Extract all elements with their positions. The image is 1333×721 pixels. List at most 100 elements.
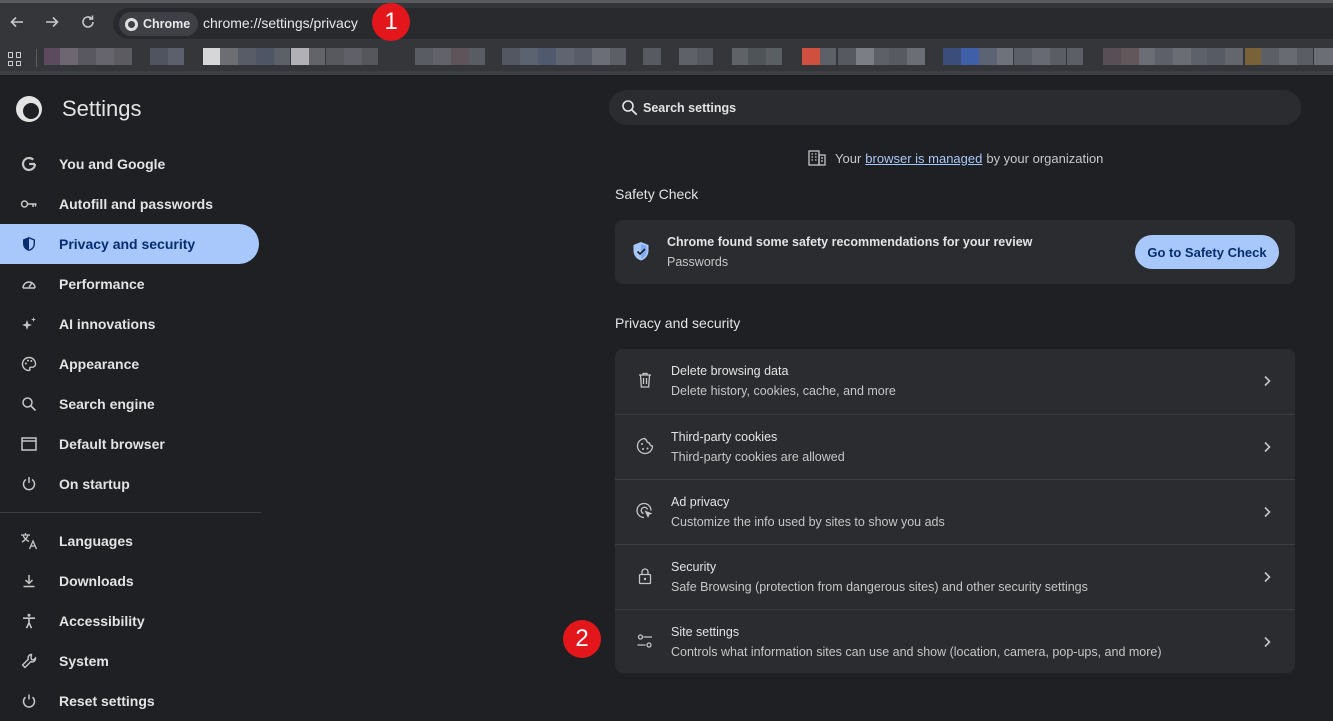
chip-label: Chrome <box>143 17 191 31</box>
bookmark-item[interactable] <box>838 48 856 65</box>
bookmark-item[interactable] <box>574 48 592 65</box>
bookmark-item[interactable] <box>469 48 485 65</box>
sidebar-item-appearance[interactable]: Appearance <box>0 344 259 384</box>
key-icon <box>20 195 38 213</box>
bookmark-item[interactable] <box>44 48 60 65</box>
bookmark-item[interactable] <box>362 48 378 65</box>
bookmark-item[interactable] <box>748 48 766 65</box>
bookmark-item[interactable] <box>238 48 256 65</box>
go-to-safety-check-button[interactable]: Go to Safety Check <box>1135 235 1279 269</box>
bookmark-item[interactable] <box>1050 48 1066 65</box>
row-site-settings[interactable]: Site settings Controls what information … <box>615 609 1295 674</box>
bookmark-item[interactable] <box>856 48 874 65</box>
bookmark-item[interactable] <box>1121 48 1139 65</box>
sidebar-item-privacy-security[interactable]: Privacy and security <box>0 224 259 264</box>
bookmark-item[interactable] <box>643 48 661 65</box>
bookmark-item[interactable] <box>943 48 961 65</box>
bookmark-item[interactable] <box>961 48 979 65</box>
bookmark-item[interactable] <box>1261 48 1279 65</box>
bookmark-item[interactable] <box>679 48 697 65</box>
url-text[interactable]: chrome://settings/privacy <box>203 15 358 31</box>
bookmark-item[interactable] <box>502 48 520 65</box>
browser-toolbar: Chrome chrome://settings/privacy 1 <box>0 0 1333 41</box>
bookmark-item[interactable] <box>203 48 220 65</box>
bookmark-item[interactable] <box>802 48 820 65</box>
bookmark-item[interactable] <box>150 48 168 65</box>
bookmark-item[interactable] <box>1191 48 1207 65</box>
bookmark-item[interactable] <box>997 48 1013 65</box>
bookmark-item[interactable] <box>1279 48 1297 65</box>
row-delete-browsing-data[interactable]: Delete browsing data Delete history, coo… <box>615 349 1295 414</box>
sidebar-item-languages[interactable]: Languages <box>0 521 259 561</box>
bookmark-item[interactable] <box>1314 48 1333 65</box>
bookmark-item[interactable] <box>1155 48 1173 65</box>
bookmark-item[interactable] <box>1032 48 1050 65</box>
sidebar-item-search-engine[interactable]: Search engine <box>0 384 259 424</box>
bookmark-item[interactable] <box>114 48 132 65</box>
google-g-icon <box>20 155 38 173</box>
bookmark-item[interactable] <box>1103 48 1121 65</box>
bookmark-item[interactable] <box>520 48 538 65</box>
bookmark-item[interactable] <box>78 48 96 65</box>
bookmark-item[interactable] <box>96 48 114 65</box>
safety-check-title: Chrome found some safety recommendations… <box>667 235 1033 249</box>
bookmark-item[interactable] <box>415 48 433 65</box>
address-bar[interactable]: Chrome chrome://settings/privacy <box>113 8 1333 39</box>
sidebar-item-downloads[interactable]: Downloads <box>0 561 259 601</box>
bookmark-item[interactable] <box>610 48 626 65</box>
bookmark-item[interactable] <box>1139 48 1155 65</box>
bookmark-item[interactable] <box>344 48 362 65</box>
bookmark-item[interactable] <box>979 48 997 65</box>
bookmark-item[interactable] <box>60 48 78 65</box>
bookmark-item[interactable] <box>592 48 610 65</box>
sidebar-item-label: AI innovations <box>59 316 156 332</box>
bookmark-item[interactable] <box>1014 48 1032 65</box>
bookmark-item[interactable] <box>889 48 907 65</box>
row-security[interactable]: Security Safe Browsing (protection from … <box>615 544 1295 609</box>
bookmark-item[interactable] <box>168 48 184 65</box>
bookmark-item[interactable] <box>274 48 290 65</box>
bookmark-item[interactable] <box>220 48 238 65</box>
bookmark-item[interactable] <box>256 48 274 65</box>
bookmark-item[interactable] <box>874 48 890 65</box>
sidebar-item-system[interactable]: System <box>0 641 259 681</box>
sidebar-item-label: Accessibility <box>59 613 145 629</box>
row-ad-privacy[interactable]: Ad privacy Customize the info used by si… <box>615 479 1295 544</box>
apps-grid-icon[interactable] <box>8 52 22 66</box>
bookmark-item[interactable] <box>1225 48 1243 65</box>
sidebar-item-autofill[interactable]: Autofill and passwords <box>0 184 259 224</box>
bookmark-item[interactable] <box>326 48 344 65</box>
bookmark-item[interactable] <box>820 48 836 65</box>
reload-icon[interactable] <box>77 11 99 33</box>
bookmark-item[interactable] <box>538 48 556 65</box>
bookmark-item[interactable] <box>1173 48 1191 65</box>
bookmark-item[interactable] <box>1297 48 1313 65</box>
site-info-chip[interactable]: Chrome <box>119 12 199 36</box>
sidebar-item-ai-innovations[interactable]: AI innovations <box>0 304 259 344</box>
bookmark-item[interactable] <box>556 48 574 65</box>
forward-arrow-icon[interactable] <box>41 11 63 33</box>
sparkle-icon <box>20 315 38 333</box>
sidebar-item-accessibility[interactable]: Accessibility <box>0 601 259 641</box>
back-arrow-icon[interactable] <box>6 11 28 33</box>
row-title: Site settings <box>671 625 740 639</box>
search-settings-input[interactable]: Search settings <box>609 90 1301 125</box>
sidebar-item-performance[interactable]: Performance <box>0 264 259 304</box>
sidebar-item-you-and-google[interactable]: You and Google <box>0 144 259 184</box>
bookmark-item[interactable] <box>766 48 782 65</box>
bookmark-item[interactable] <box>309 48 325 65</box>
bookmark-item[interactable] <box>697 48 713 65</box>
sidebar-item-default-browser[interactable]: Default browser <box>0 424 259 464</box>
bookmark-item[interactable] <box>732 48 748 65</box>
bookmark-item[interactable] <box>451 48 469 65</box>
browser-managed-link[interactable]: browser is managed <box>865 151 982 166</box>
bookmark-item[interactable] <box>1067 48 1083 65</box>
bookmark-item[interactable] <box>433 48 451 65</box>
bookmark-item[interactable] <box>1245 48 1261 65</box>
sidebar-item-reset-settings[interactable]: Reset settings <box>0 681 259 721</box>
row-third-party-cookies[interactable]: Third-party cookies Third-party cookies … <box>615 414 1295 479</box>
bookmark-item[interactable] <box>1207 48 1225 65</box>
sidebar-item-on-startup[interactable]: On startup <box>0 464 259 504</box>
bookmark-item[interactable] <box>291 48 309 65</box>
bookmark-item[interactable] <box>907 48 925 65</box>
